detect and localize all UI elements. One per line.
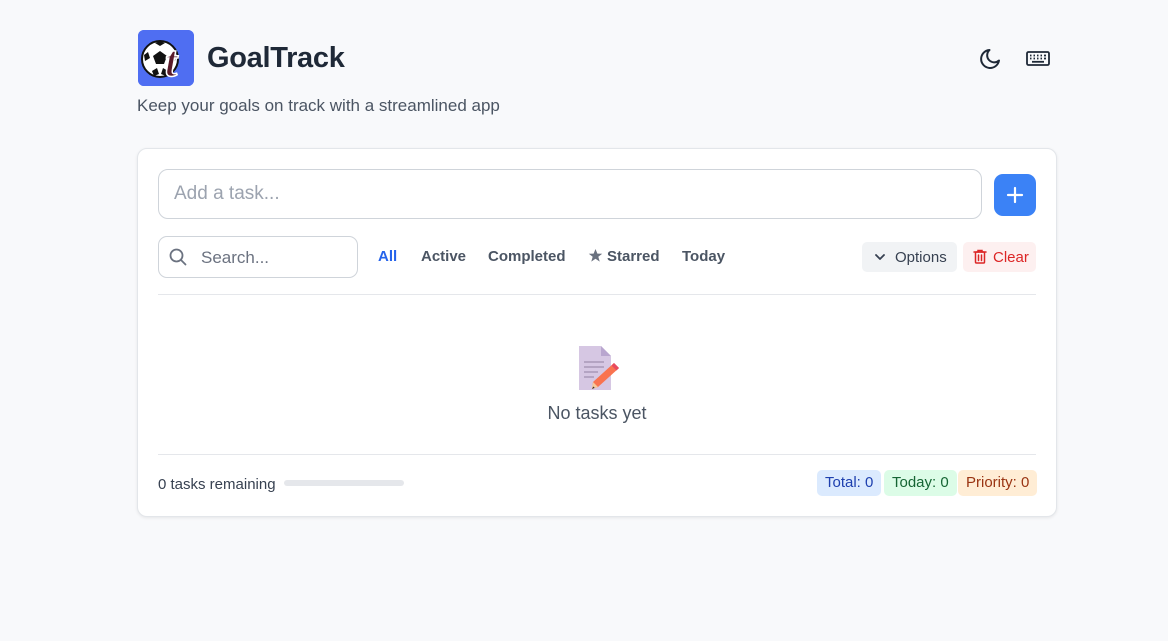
filter-all[interactable]: All (378, 248, 397, 265)
plus-icon (1006, 186, 1024, 204)
trash-icon (973, 249, 987, 264)
tasks-remaining: 0 tasks remaining (158, 476, 276, 493)
empty-state-text: No tasks yet (547, 403, 647, 423)
options-button[interactable]: Options (862, 242, 957, 272)
app-title: GoalTrack (207, 42, 345, 74)
filter-starred[interactable]: Starred (588, 248, 660, 265)
chevron-down-icon (875, 254, 885, 260)
keyboard-icon[interactable] (1024, 44, 1052, 72)
clear-button[interactable]: Clear (963, 242, 1036, 272)
divider (158, 294, 1036, 295)
search-input[interactable] (199, 245, 353, 271)
filter-completed[interactable]: Completed (488, 248, 566, 265)
memo-icon (579, 346, 619, 390)
today-badge: Today: 0 (884, 470, 957, 496)
priority-badge: Priority: 0 (958, 470, 1038, 496)
footer-divider (158, 454, 1036, 455)
app-subtitle: Keep your goals on track with a streamli… (137, 96, 500, 115)
add-task-input[interactable] (158, 169, 982, 219)
app-header: t GoalTrack (138, 30, 1058, 86)
svg-text:t: t (165, 37, 179, 86)
filter-active[interactable]: Active (421, 248, 466, 265)
clear-label: Clear (993, 249, 1029, 266)
add-task-button[interactable] (994, 174, 1036, 216)
filter-starred-label: Starred (607, 248, 660, 265)
search-icon (169, 248, 187, 266)
progress-bar (284, 480, 404, 486)
task-card: All Active Completed Starred Today Optio… (137, 148, 1057, 517)
app-logo-icon: t (138, 30, 194, 86)
search-box (158, 236, 358, 278)
moon-icon[interactable] (977, 44, 1005, 72)
options-label: Options (895, 249, 947, 266)
filter-today[interactable]: Today (682, 248, 725, 265)
star-icon (588, 248, 603, 262)
total-badge: Total: 0 (817, 470, 882, 496)
